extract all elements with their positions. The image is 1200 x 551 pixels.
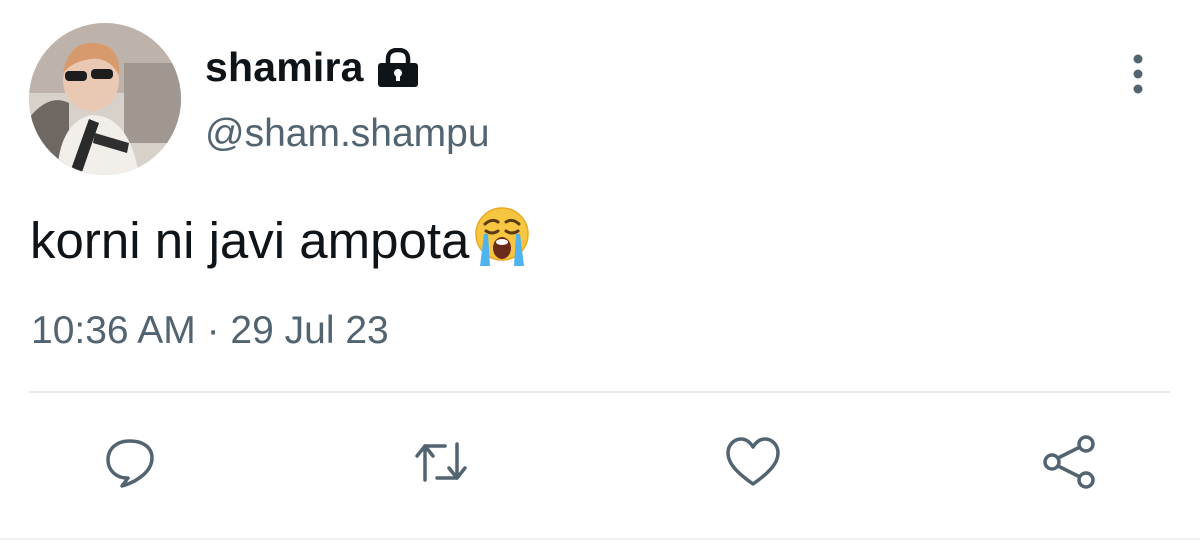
avatar[interactable]: [29, 23, 181, 175]
more-vertical-icon: [1133, 54, 1143, 94]
share-icon: [1043, 435, 1095, 489]
heart-icon: [726, 437, 780, 486]
tweet-timestamp[interactable]: 10:36 AM · 29 Jul 23: [31, 309, 389, 353]
display-name[interactable]: shamira: [205, 44, 364, 91]
divider: [29, 391, 1170, 393]
retweet-button[interactable]: [409, 430, 473, 494]
tweet-text-content: korni ni javi ampota: [30, 211, 470, 269]
loudly-crying-face-icon: [470, 204, 534, 280]
tweet-card: shamira @sham.shampu korni ni javi ampot…: [0, 0, 1200, 551]
more-options-button[interactable]: [1118, 50, 1158, 98]
retweet-icon: [415, 442, 467, 482]
like-button[interactable]: [721, 430, 785, 494]
reply-icon: [106, 439, 154, 488]
bottom-divider: [0, 538, 1200, 540]
reply-button[interactable]: [98, 430, 162, 494]
tweet-text: korni ni javi ampota: [30, 200, 534, 280]
lock-icon: [376, 48, 420, 88]
share-button[interactable]: [1037, 430, 1101, 494]
user-header: shamira: [205, 42, 420, 92]
user-handle[interactable]: @sham.shampu: [205, 112, 490, 156]
